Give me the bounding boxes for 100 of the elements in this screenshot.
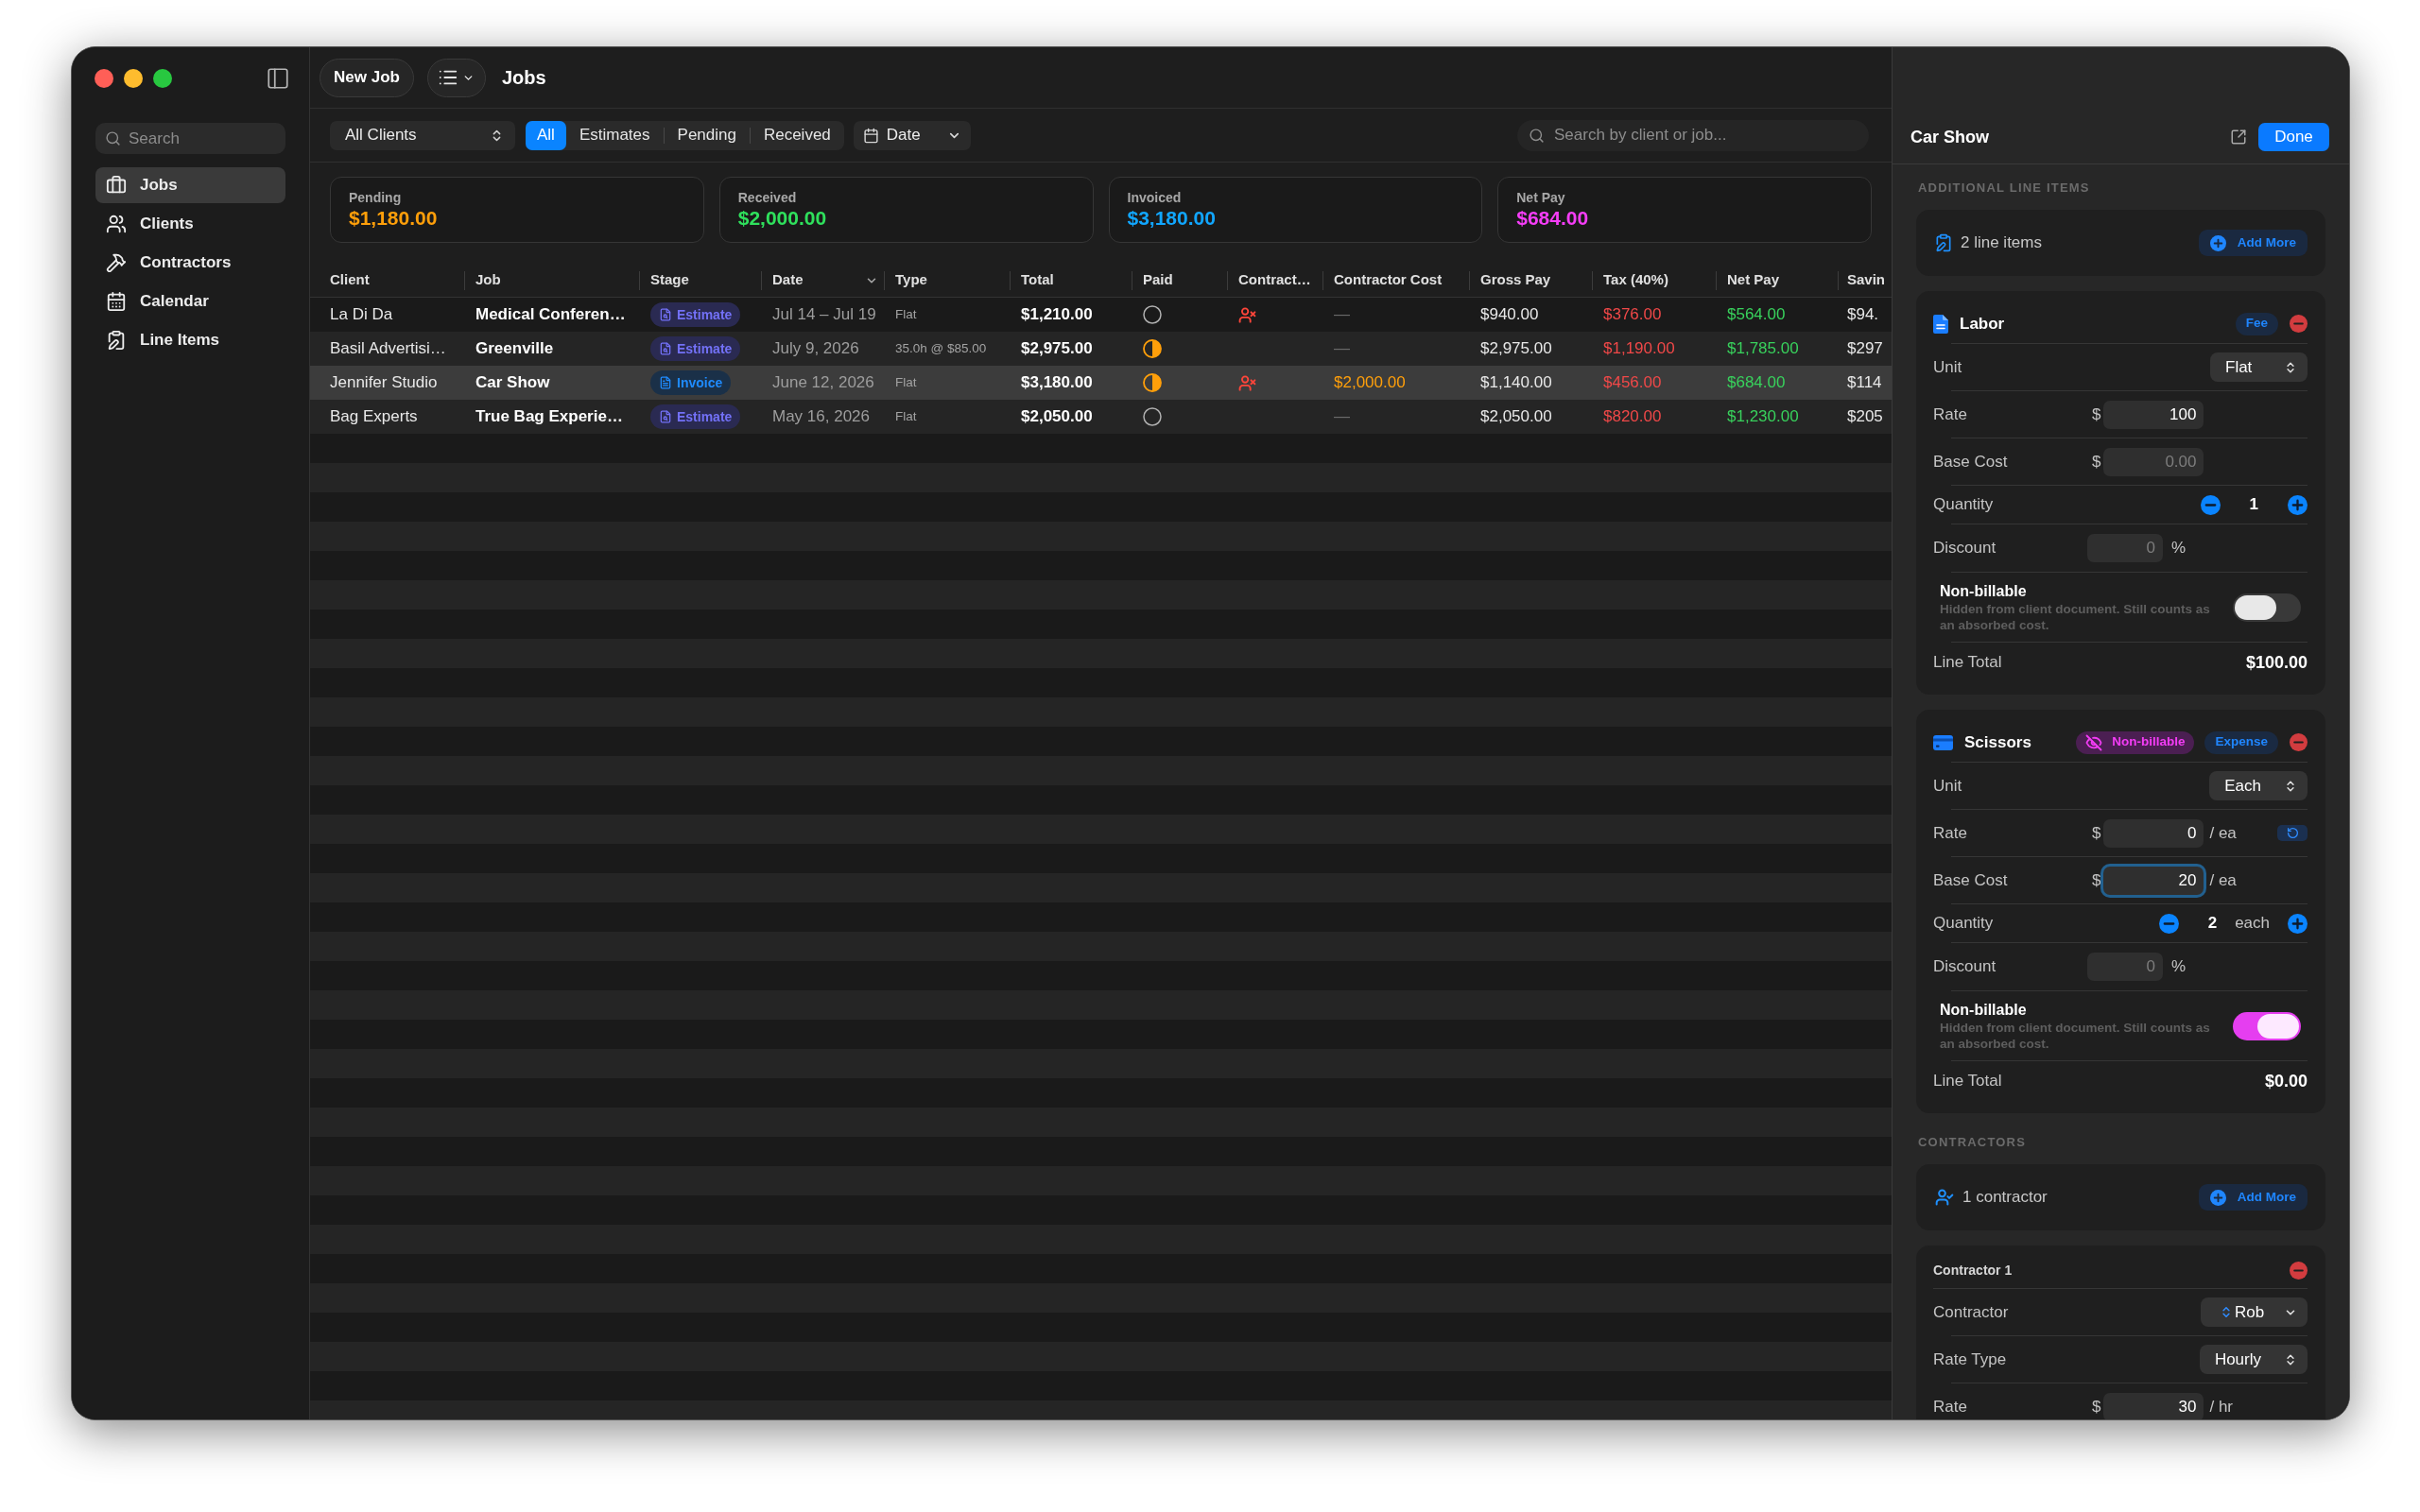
column-header[interactable]: Total (1011, 264, 1132, 297)
column-header[interactable]: Client (310, 264, 464, 297)
external-link-icon[interactable] (2230, 129, 2247, 146)
toggle-switch[interactable] (2233, 1011, 2301, 1040)
done-button[interactable]: Done (2258, 123, 2329, 151)
increment-button[interactable] (2288, 494, 2308, 515)
page-title: Jobs (501, 66, 546, 90)
contractor-picker[interactable]: Rob (2201, 1297, 2308, 1327)
table-row[interactable]: Bag Experts True Bag Experie… Estimate May 16, 2026 Flat $2,050.00 — $2,050.00 $820.00 $1,230.00 $205 (310, 400, 1892, 434)
search-field[interactable]: Search (95, 123, 285, 154)
sort-select[interactable]: Date (853, 120, 971, 150)
filter-tab[interactable]: Estimates (565, 120, 664, 150)
window-minimize-button[interactable] (124, 69, 143, 88)
table-row[interactable]: La Di Da Medical Conferen… Estimate Jul 14 – Jul 19 Flat $1,210.00 — $940.00 $376.00 $564.00 $94. (310, 298, 1892, 332)
decrement-button[interactable] (2158, 913, 2179, 934)
add-more-button[interactable]: Add More (2198, 1184, 2308, 1211)
add-more-button[interactable]: Add More (2198, 230, 2308, 256)
amount-field[interactable]: 30 (2103, 1392, 2204, 1419)
search-field[interactable]: Search by client or job... (1517, 119, 1869, 151)
field-label: Discount (1933, 538, 1997, 559)
table-cell-text: June 12, 2026 (772, 372, 874, 394)
column-header[interactable]: Job (465, 264, 639, 297)
amount-field[interactable]: 100 (2103, 400, 2204, 429)
table-cell-text: $2,000.00 (1334, 372, 1406, 394)
client-select[interactable]: All Clients (330, 120, 515, 150)
section-heading: ADDITIONAL LINE ITEMS (1918, 180, 2090, 196)
percent-field[interactable]: 0 (2087, 953, 2163, 981)
window-zoom-button[interactable] (153, 69, 172, 88)
sidebar-item[interactable]: Calendar (95, 284, 285, 319)
counterclockwise-arrow-icon (2286, 827, 2299, 839)
amount-field[interactable]: 20 (2103, 866, 2204, 895)
field-label: Line Total (1933, 652, 2002, 674)
column-header[interactable]: Type (885, 264, 1010, 297)
filter-tab[interactable]: Pending (664, 120, 750, 150)
table-row[interactable]: Basil Advertisi… Greenville Estimate July 9, 2026 35.0h @ $85.00 $2,975.00 — $2,975.00 $1,190.00 $1,785.00 $297 (310, 332, 1892, 366)
view-options-button[interactable] (426, 58, 486, 97)
remove-button[interactable] (2290, 315, 2308, 333)
table-cell-text: $2,050.00 (1480, 406, 1552, 428)
table-cell-text: — (1334, 406, 1350, 428)
decrement-button[interactable] (2200, 494, 2221, 515)
sidebar-item[interactable]: Contractors (95, 245, 285, 281)
document-search-icon (659, 410, 672, 423)
currency-label: $ (2092, 822, 2101, 844)
section-heading: CONTRACTORS (1918, 1135, 2027, 1150)
sidebar-item[interactable]: Line Items (95, 322, 285, 358)
summary-label: Received (737, 189, 797, 206)
column-header[interactable]: Stage (640, 264, 761, 297)
chevrons-up-down-icon (2220, 1304, 2233, 1320)
column-header[interactable]: Tax (40%) (1593, 264, 1716, 297)
column-header[interactable]: Gross Pay (1470, 264, 1592, 297)
stage-label: Estimate (677, 305, 733, 324)
table-cell-text: Car Show (475, 372, 550, 394)
table-cell-text: Jennifer Studio (330, 372, 438, 394)
status-label: Non-billable (2112, 733, 2186, 751)
summary-value: $3,180.00 (1127, 206, 1216, 231)
table-cell-text: $114 (1847, 372, 1882, 394)
increment-button[interactable] (2288, 913, 2308, 934)
column-header[interactable]: Savin (1839, 264, 1892, 297)
unit-label: / ea (2209, 822, 2237, 844)
column-header[interactable]: Contract… (1228, 264, 1322, 297)
new-job-button[interactable]: New Job (320, 58, 414, 97)
amount-field[interactable]: 0.00 (2103, 447, 2204, 476)
remove-button[interactable] (2290, 733, 2308, 751)
table-row[interactable]: Jennifer Studio Car Show Invoice June 12, 2026 Flat $3,180.00 $2,000.00 $1,140.00 $456.00 $684.00 $114 (310, 366, 1892, 400)
hammer-icon (106, 252, 127, 273)
table-cell-text: July 9, 2026 (772, 338, 859, 360)
line-item-name: Scissors (1964, 731, 2031, 753)
plus-circle-icon (2288, 913, 2308, 934)
summary-value: $1,180.00 (349, 206, 438, 231)
remove-button[interactable] (2290, 1262, 2308, 1280)
sidebar-toggle-icon[interactable] (266, 66, 290, 91)
select-control[interactable]: Flat (2210, 352, 2308, 382)
sidebar-item[interactable]: Clients (95, 206, 285, 242)
unit-label: / hr (2209, 1396, 2234, 1418)
toggle-switch[interactable] (2233, 593, 2301, 622)
table-cell-text: La Di Da (330, 304, 393, 326)
table-cell-text: True Bag Experie… (475, 406, 623, 428)
minus-circle-icon (2290, 1262, 2308, 1280)
filter-tab[interactable]: Received (750, 120, 844, 150)
quantity-value: 1 (2249, 494, 2258, 516)
half-filled-circle-icon (1143, 339, 1162, 358)
minus-circle-icon (2290, 315, 2308, 333)
select-control[interactable]: Each (2209, 771, 2308, 800)
percent-field[interactable]: 0 (2087, 534, 2163, 562)
reset-button[interactable] (2277, 825, 2308, 841)
summary-label: Net Pay (1516, 189, 1565, 206)
filter-tab[interactable]: All (526, 120, 566, 150)
toggle-description: Hidden from client document. Still counts as an absorbed cost. (1940, 1019, 2211, 1052)
column-header[interactable]: Net Pay (1717, 264, 1838, 297)
window-close-button[interactable] (95, 69, 113, 88)
column-header[interactable]: Paid (1132, 264, 1227, 297)
sidebar-item[interactable]: Jobs (95, 167, 285, 203)
field-label: Base Cost (1933, 451, 2009, 472)
column-header[interactable]: Contractor Cost (1323, 264, 1469, 297)
currency-label: $ (2092, 869, 2101, 891)
select-control[interactable]: Hourly (2199, 1345, 2308, 1374)
quantity-value: 2 (2207, 913, 2218, 935)
amount-field[interactable]: 0 (2103, 818, 2204, 848)
field-label: Quantity (1933, 913, 1994, 935)
column-header[interactable]: Date (762, 264, 884, 297)
